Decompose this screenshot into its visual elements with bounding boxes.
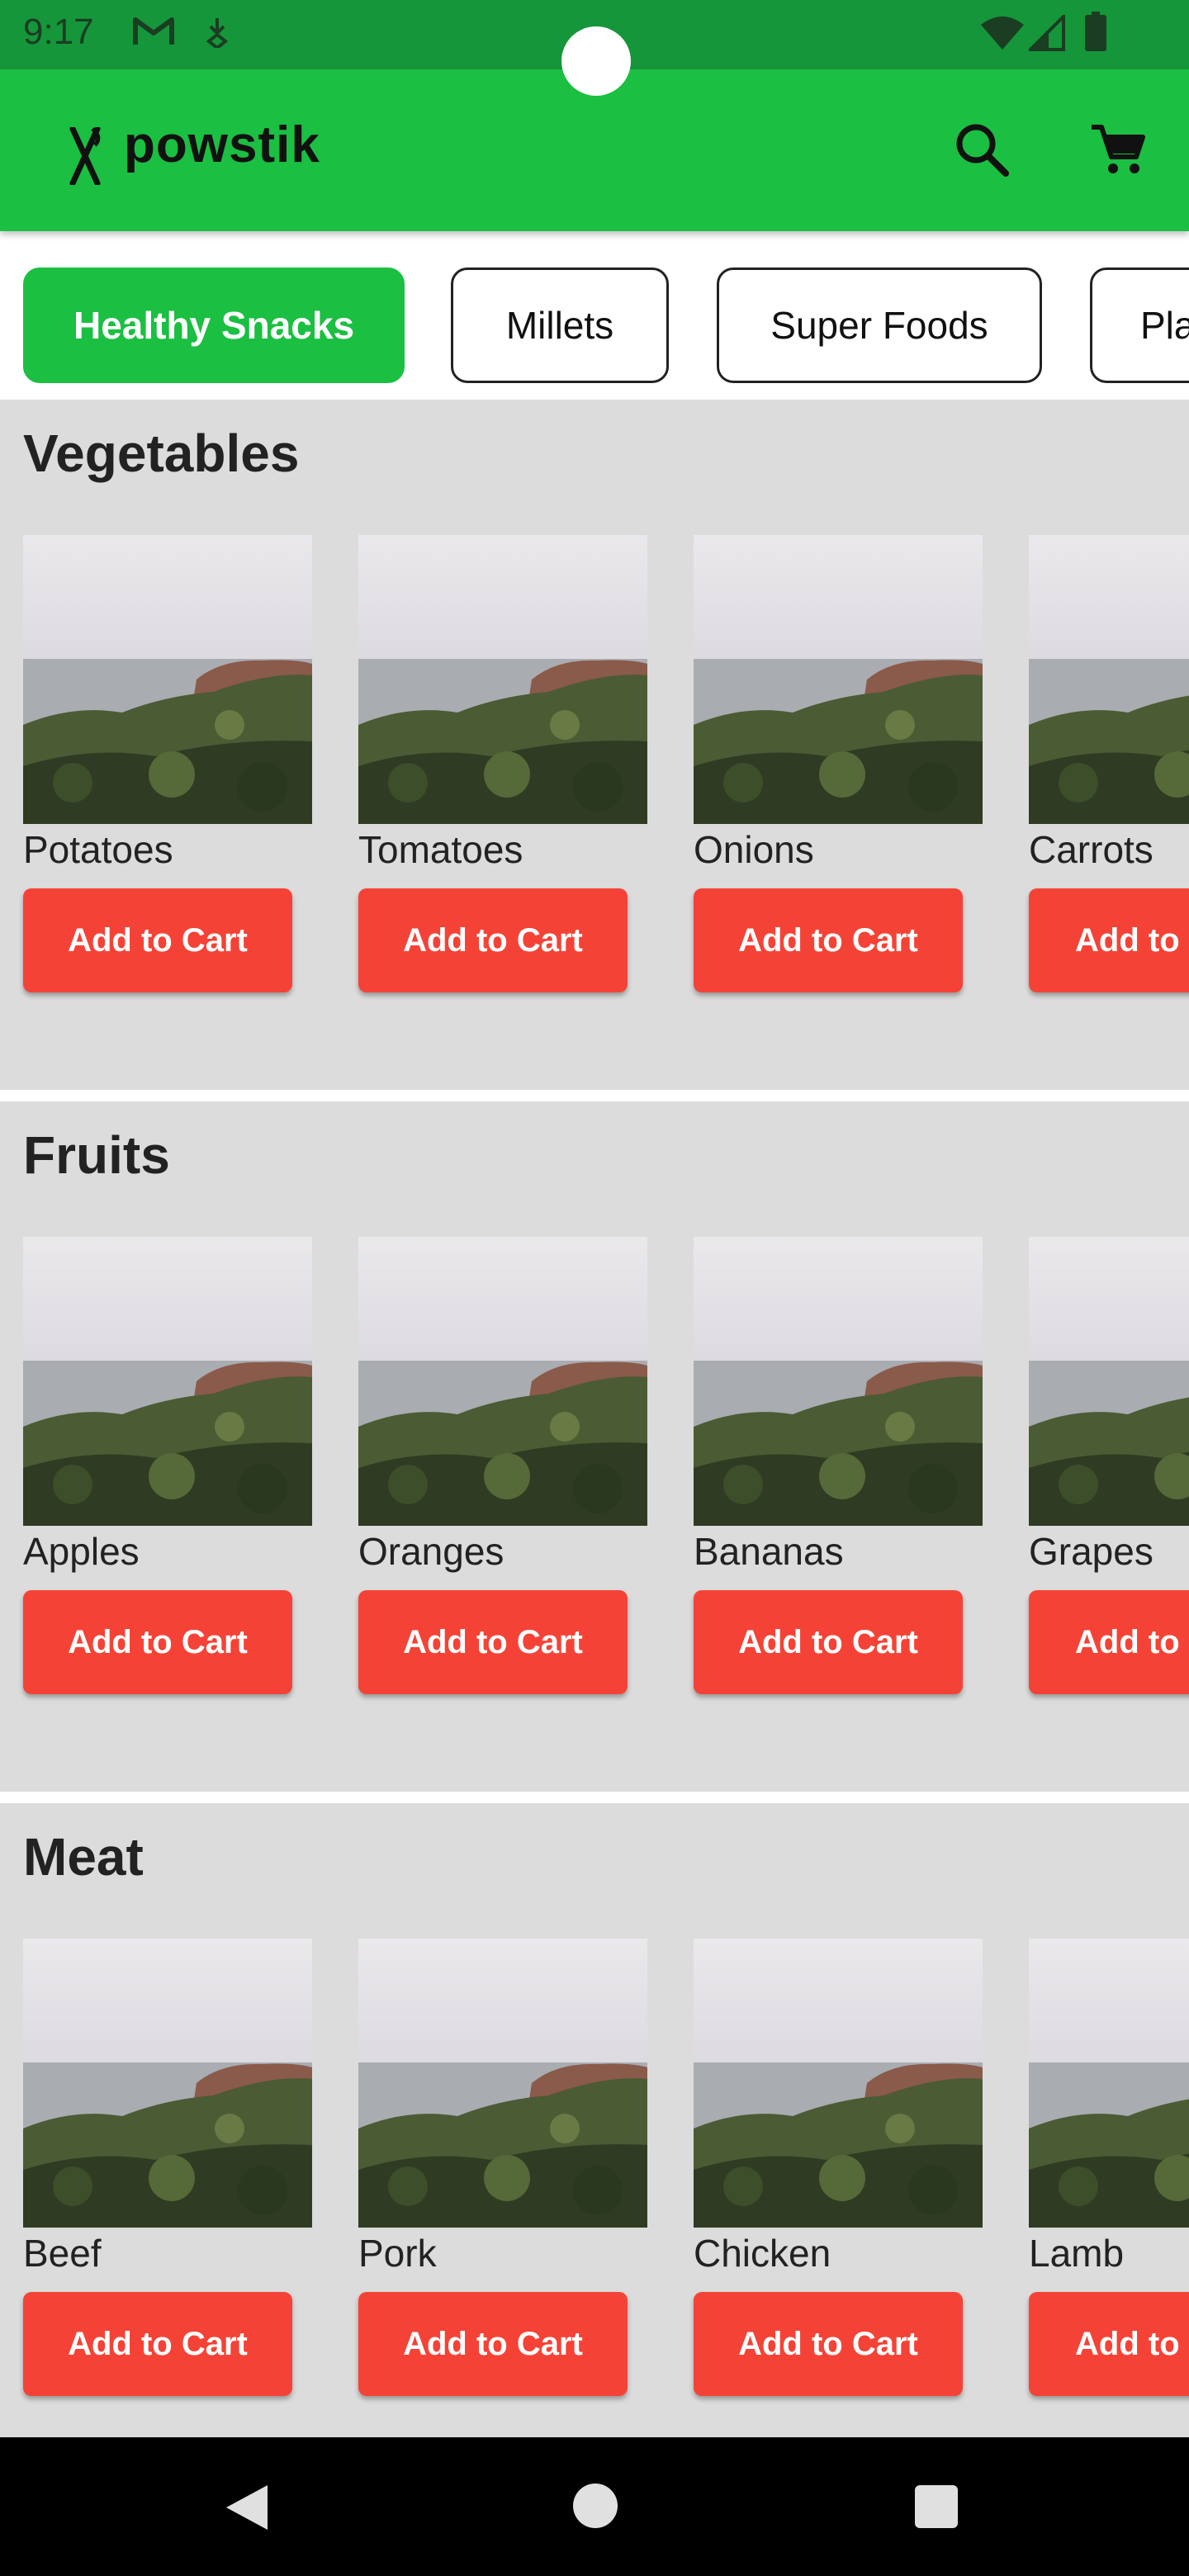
section-fruits: Fruits Apples Add to Cart Oranges Add to… (0, 1101, 1189, 1792)
product-name: Onions (694, 828, 814, 871)
add-to-cart-button[interactable]: Add to Cart (694, 888, 963, 992)
add-to-cart-button[interactable]: Add to Cart (23, 1590, 292, 1694)
product-image (23, 535, 312, 824)
product-name: Lamb (1029, 2232, 1125, 2275)
product-image (358, 1939, 647, 2228)
gmail-icon (133, 17, 174, 45)
wifi-icon (981, 17, 1024, 50)
status-bar: 9:17 (0, 0, 1189, 96)
product-image (1029, 1939, 1189, 2228)
add-to-cart-button[interactable]: Add to Cart (694, 2292, 963, 2396)
product-name: Carrots (1029, 828, 1153, 871)
camera-cutout (561, 26, 631, 96)
section-title: Vegetables (23, 424, 300, 483)
battery-icon (1085, 12, 1106, 51)
product-name: Beef (23, 2232, 102, 2275)
product-image (1029, 535, 1189, 824)
product-image (358, 1237, 647, 1526)
add-to-cart-button[interactable]: Add to Cart (358, 1590, 628, 1694)
product-image (358, 535, 647, 824)
product-name: Oranges (358, 1530, 504, 1573)
product-image (694, 1237, 983, 1526)
search-icon[interactable] (950, 117, 1016, 183)
product-name: Chicken (694, 2232, 831, 2275)
add-to-cart-button[interactable]: Add to Cart (23, 888, 292, 992)
product-image (23, 1939, 312, 2228)
category-chip-millets[interactable]: Millets (451, 268, 669, 383)
add-to-cart-button[interactable]: Add to Cart (358, 2292, 628, 2396)
section-meat: Meat Beef Add to Cart Pork Add to Cart C… (0, 1803, 1189, 2437)
add-to-cart-button[interactable]: Add to C (1029, 1590, 1189, 1694)
product-name: Bananas (694, 1530, 844, 1573)
home-icon[interactable] (573, 2484, 618, 2528)
category-chip-super-foods[interactable]: Super Foods (717, 268, 1042, 383)
product-name: Tomatoes (358, 828, 523, 871)
product-image (1029, 1237, 1189, 1526)
product-name: Grapes (1029, 1530, 1153, 1573)
category-chip-row: Healthy Snacks Millets Super Foods Pla (0, 231, 1189, 400)
section-title: Meat (23, 1827, 144, 1887)
cart-icon[interactable] (1088, 121, 1148, 180)
add-to-cart-button[interactable]: Add to Cart (23, 2292, 292, 2396)
category-chip-partial[interactable]: Pla (1090, 268, 1189, 383)
category-chip-healthy-snacks[interactable]: Healthy Snacks (23, 268, 405, 383)
status-time: 9:17 (23, 12, 94, 52)
add-to-cart-button[interactable]: Add to C (1029, 2292, 1189, 2396)
add-to-cart-button[interactable]: Add to C (1029, 888, 1189, 992)
fork-knife-logo-icon (69, 127, 101, 185)
back-icon[interactable] (221, 2482, 271, 2533)
data-saver-icon (206, 18, 229, 48)
section-vegetables: Vegetables Potatoes Add to Cart Tomatoes… (0, 400, 1189, 1090)
system-nav-bar (0, 2437, 1189, 2576)
section-title: Fruits (23, 1125, 170, 1185)
add-to-cart-button[interactable]: Add to Cart (358, 888, 628, 992)
app-logo-text: powstik (124, 116, 320, 173)
product-image (23, 1237, 312, 1526)
add-to-cart-button[interactable]: Add to Cart (694, 1590, 963, 1694)
recents-icon[interactable] (915, 2485, 958, 2528)
product-name: Apples (23, 1530, 140, 1573)
product-image (694, 1939, 983, 2228)
product-image (694, 535, 983, 824)
signal-icon (1029, 15, 1065, 51)
product-name: Potatoes (23, 828, 173, 871)
app-screen: 9:17 powstik Healthy Snacks Millets Supe… (0, 0, 1189, 2576)
product-name: Pork (358, 2232, 437, 2275)
